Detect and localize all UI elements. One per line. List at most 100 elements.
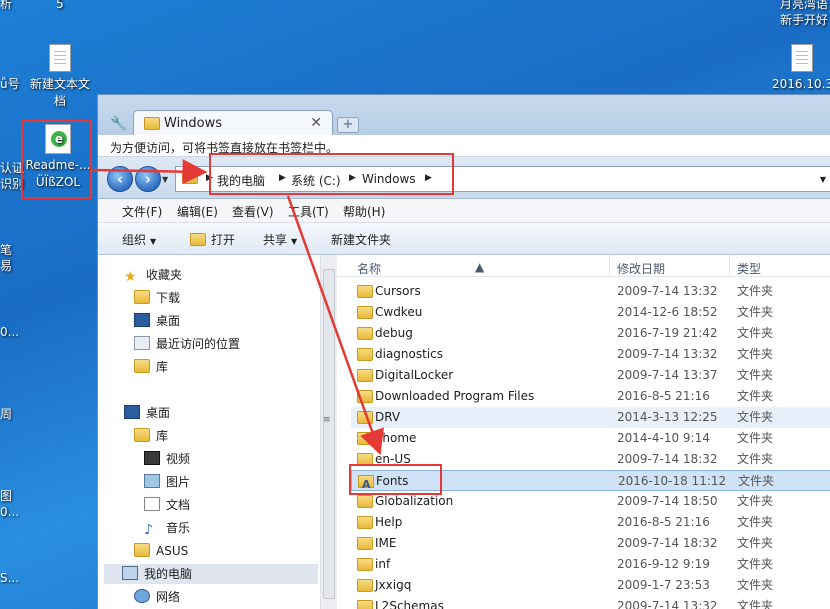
nav-item-desktop[interactable]: 桌面 xyxy=(134,311,180,331)
file-row[interactable]: Downloaded Program Files 2016-8-5 21:16 文件… xyxy=(351,386,830,407)
annotation-box-readme xyxy=(21,120,92,199)
desktop-label-fragment: 5 xyxy=(56,0,64,11)
folder-icon xyxy=(357,369,373,382)
folder-icon xyxy=(144,117,160,130)
annotation-box-fonts xyxy=(349,464,442,495)
column-divider[interactable] xyxy=(609,255,610,277)
library-icon xyxy=(134,428,150,442)
navigation-pane-scrollbar[interactable]: ≡ xyxy=(320,255,336,609)
desktop-label-fragment: 0... xyxy=(0,505,20,519)
tab-title: Windows xyxy=(164,116,223,131)
chevron-down-icon[interactable]: ▼ xyxy=(820,175,826,184)
annotation-box-address xyxy=(209,153,454,195)
file-row[interactable]: Cursors 2009-7-14 13:32 文件夹 xyxy=(351,281,830,302)
explorer-window: 🔧 Windows ✕ + 为方便访问，可将书签直接放在书签栏中。 ‹ › ▼ … xyxy=(97,94,830,609)
folder-icon xyxy=(357,579,373,592)
column-date[interactable]: 修改日期 xyxy=(617,260,665,277)
menu-view[interactable]: 查看(V) xyxy=(232,203,274,220)
menu-file[interactable]: 文件(F) xyxy=(122,203,162,220)
file-row[interactable]: IME 2009-7-14 18:32 文件夹 xyxy=(351,533,830,554)
file-row[interactable]: inf 2016-9-12 9:19 文件夹 xyxy=(351,554,830,575)
file-row[interactable]: diagnostics 2009-7-14 13:32 文件夹 xyxy=(351,344,830,365)
close-icon[interactable]: ✕ xyxy=(310,115,322,131)
file-row[interactable]: L2Schemas 2009-7-14 13:32 文件夹 xyxy=(351,596,830,609)
nav-item-my-computer[interactable]: 我的电脑 xyxy=(104,564,318,584)
column-name[interactable]: 名称 xyxy=(357,260,381,277)
wrench-icon[interactable]: 🔧 xyxy=(110,117,127,131)
new-folder-button[interactable]: 新建文件夹 xyxy=(331,231,391,248)
bookmark-bar: 为方便访问，可将书签直接放在书签栏中。 xyxy=(98,135,830,157)
file-row[interactable]: Cwdkeu 2014-12-6 18:52 文件夹 xyxy=(351,302,830,323)
scrollbar-thumb[interactable] xyxy=(323,269,335,599)
nav-item-downloads[interactable]: 下载 xyxy=(134,288,180,308)
folder-icon xyxy=(357,285,373,298)
library-icon xyxy=(134,359,150,373)
share-button[interactable]: 共享 ▼ xyxy=(263,231,297,248)
folder-icon xyxy=(357,411,373,424)
navigation-pane: ★ 收藏夹 下载 桌面 最近访问的位置 库 桌面 库 视频 图片 文档 ♪ 音乐 A… xyxy=(98,255,336,609)
folder-icon xyxy=(357,537,373,550)
column-type[interactable]: 类型 xyxy=(737,260,761,277)
column-header: ▲ 名称 修改日期 类型 xyxy=(337,255,830,277)
desktop-icon-label: 新建文本文档 xyxy=(29,77,90,108)
text-document-icon xyxy=(791,44,813,72)
desktop-icon-2016-document[interactable]: 2016.10.3 xyxy=(772,44,830,93)
recent-places-icon xyxy=(134,336,150,350)
nav-item-recent-places[interactable]: 最近访问的位置 xyxy=(134,334,240,354)
star-icon: ★ xyxy=(124,269,137,285)
folder-icon xyxy=(357,327,373,340)
new-tab-button[interactable]: + xyxy=(337,117,359,133)
chevron-down-icon: ▼ xyxy=(150,237,157,246)
file-row[interactable]: DigitalLocker 2009-7-14 13:37 文件夹 xyxy=(351,365,830,386)
back-button[interactable]: ‹ xyxy=(107,166,133,192)
folder-icon xyxy=(357,432,373,445)
nav-item-music[interactable]: ♪ 音乐 xyxy=(144,518,190,538)
desktop-label-fragment: 析 xyxy=(0,0,13,11)
document-icon xyxy=(144,497,160,511)
file-row[interactable]: Help 2016-8-5 21:16 文件夹 xyxy=(351,512,830,533)
nav-item-network[interactable]: 网络 xyxy=(134,587,180,607)
file-row[interactable]: Jxxigq 2009-1-7 23:53 文件夹 xyxy=(351,575,830,596)
grip-icon: ≡ xyxy=(323,415,331,425)
nav-item-documents[interactable]: 文档 xyxy=(144,495,190,515)
open-button[interactable]: 打开 xyxy=(190,231,235,248)
command-bar: 组织 ▼ 打开 共享 ▼ 新建文件夹 xyxy=(98,223,830,255)
video-icon xyxy=(144,451,160,465)
folder-icon xyxy=(357,516,373,529)
chevron-down-icon: ▼ xyxy=(291,237,298,246)
nav-item-pictures[interactable]: 图片 xyxy=(144,472,190,492)
folder-icon xyxy=(190,233,206,246)
organize-button[interactable]: 组织 ▼ xyxy=(122,231,156,248)
sort-ascending-icon: ▲ xyxy=(475,260,485,274)
folder-icon xyxy=(357,306,373,319)
file-row[interactable]: ehome 2014-4-10 9:14 文件夹 xyxy=(351,428,830,449)
chevron-down-icon[interactable]: ▼ xyxy=(162,175,168,184)
desktop-label-fragment: 周 xyxy=(0,407,13,421)
nav-item-asus[interactable]: ASUS xyxy=(134,541,188,561)
nav-item-library[interactable]: 库 xyxy=(134,357,168,377)
tab-windows[interactable]: Windows ✕ xyxy=(133,110,333,136)
file-row[interactable]: debug 2016-7-19 21:42 文件夹 xyxy=(351,323,830,344)
nav-item-libraries[interactable]: 库 xyxy=(134,426,168,446)
music-icon: ♪ xyxy=(144,522,153,538)
tab-bar: 🔧 Windows ✕ + xyxy=(98,95,830,136)
desktop-icon-new-text-document[interactable]: 新建文本文档 xyxy=(25,44,95,110)
forward-button[interactable]: › xyxy=(135,166,161,192)
text-document-icon xyxy=(49,44,71,72)
menu-bar: 文件(F) 编辑(E) 查看(V) 工具(T) 帮助(H) xyxy=(98,199,830,223)
desktop-label-fragment: 图 xyxy=(0,489,13,503)
file-row[interactable]: DRV 2014-3-13 12:25 文件夹 xyxy=(351,407,830,428)
desktop-label-fragment: 笔 xyxy=(0,243,13,257)
desktop-label-fragment: S... xyxy=(0,571,20,585)
folder-icon xyxy=(357,600,373,609)
column-divider[interactable] xyxy=(729,255,730,277)
nav-item-favorites[interactable]: ★ 收藏夹 xyxy=(124,265,182,285)
menu-edit[interactable]: 编辑(E) xyxy=(177,203,218,220)
nav-item-desktop-root[interactable]: 桌面 xyxy=(124,403,170,423)
user-folder-icon xyxy=(134,543,150,557)
menu-help[interactable]: 帮助(H) xyxy=(343,203,385,220)
nav-item-videos[interactable]: 视频 xyxy=(144,449,190,469)
folder-icon xyxy=(182,171,198,184)
menu-tools[interactable]: 工具(T) xyxy=(288,203,329,220)
download-folder-icon xyxy=(134,290,150,304)
